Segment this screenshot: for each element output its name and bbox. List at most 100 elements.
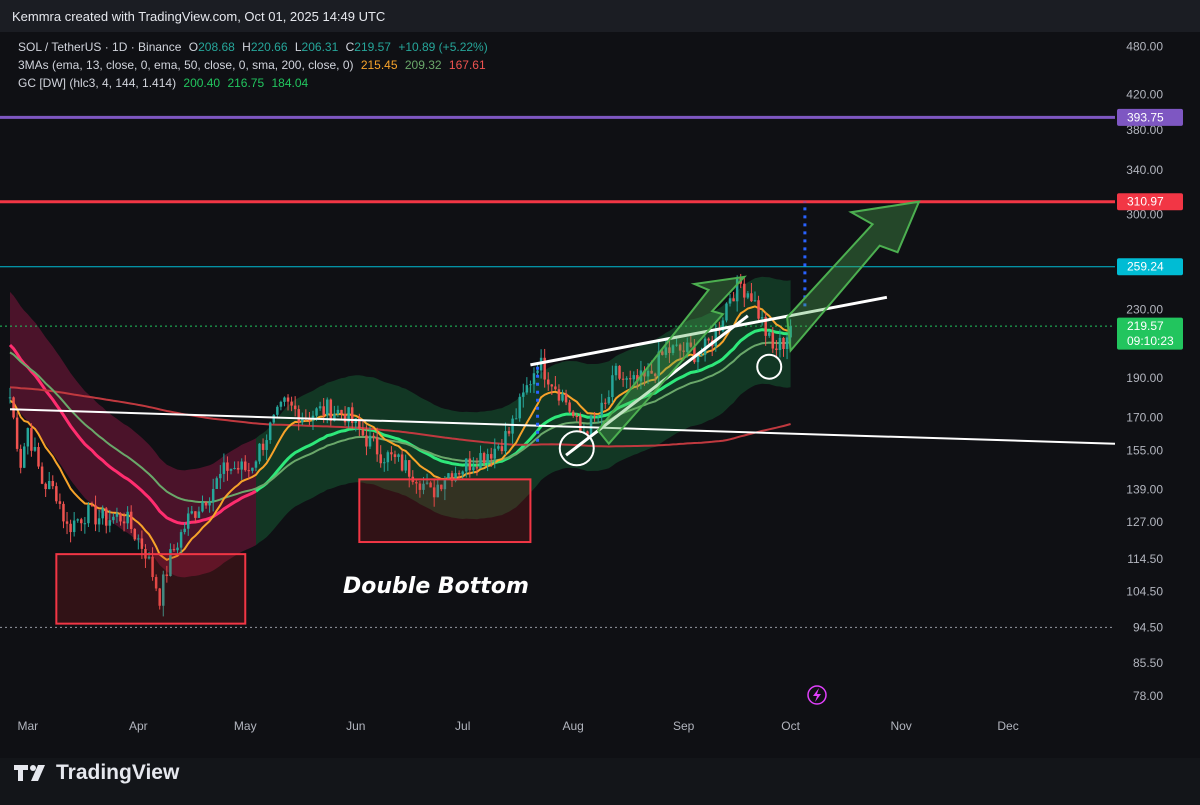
candle-body[interactable] bbox=[23, 446, 26, 468]
candle-body[interactable] bbox=[265, 440, 268, 450]
legend-gc-label[interactable]: GC [DW] (hlc3, 4, 144, 1.414) bbox=[18, 76, 176, 90]
candle-body[interactable] bbox=[407, 460, 411, 477]
double-bottom-box-second[interactable] bbox=[358, 478, 532, 544]
candle-body[interactable] bbox=[386, 452, 390, 463]
candle-body[interactable] bbox=[104, 508, 108, 526]
candle-body[interactable] bbox=[383, 462, 386, 464]
candle-body[interactable] bbox=[179, 532, 183, 548]
candle-body[interactable] bbox=[468, 458, 472, 471]
candle-body[interactable] bbox=[251, 467, 254, 471]
candle-body[interactable] bbox=[12, 397, 15, 418]
candle-body[interactable] bbox=[126, 511, 129, 524]
candle-body[interactable] bbox=[507, 431, 511, 434]
candle-body[interactable] bbox=[336, 409, 340, 414]
candle-body[interactable] bbox=[122, 521, 126, 524]
candle-body[interactable] bbox=[172, 549, 176, 551]
candle-body[interactable] bbox=[44, 483, 47, 490]
candle-body[interactable] bbox=[254, 461, 258, 468]
candle-body[interactable] bbox=[486, 454, 489, 463]
candle-body[interactable] bbox=[365, 435, 368, 447]
candle-body[interactable] bbox=[743, 283, 746, 298]
candle-body[interactable] bbox=[632, 375, 636, 380]
candle-body[interactable] bbox=[261, 443, 265, 450]
candle-body[interactable] bbox=[375, 437, 379, 455]
candle-body[interactable] bbox=[472, 467, 475, 471]
candle-body[interactable] bbox=[393, 454, 397, 457]
candle-body[interactable] bbox=[404, 460, 407, 471]
candle-body[interactable] bbox=[457, 473, 461, 475]
candle-body[interactable] bbox=[621, 378, 625, 380]
candle-body[interactable] bbox=[290, 401, 293, 406]
candle-body[interactable] bbox=[561, 393, 564, 401]
candle-body[interactable] bbox=[76, 519, 79, 521]
candle-body[interactable] bbox=[361, 428, 365, 436]
candle-body[interactable] bbox=[137, 538, 140, 540]
candle-body[interactable] bbox=[30, 428, 33, 451]
candle-body[interactable] bbox=[397, 454, 400, 457]
candle-body[interactable] bbox=[746, 293, 750, 298]
candle-body[interactable] bbox=[47, 480, 51, 490]
candle-body[interactable] bbox=[72, 520, 76, 533]
candle-body[interactable] bbox=[504, 431, 507, 452]
candle-body[interactable] bbox=[728, 298, 732, 304]
candle-body[interactable] bbox=[33, 447, 37, 451]
candle-body[interactable] bbox=[732, 298, 735, 302]
candle-body[interactable] bbox=[62, 503, 65, 522]
candle-body[interactable] bbox=[596, 415, 600, 417]
candle-body[interactable] bbox=[119, 513, 122, 522]
candle-body[interactable] bbox=[222, 462, 226, 474]
candle-body[interactable] bbox=[58, 501, 62, 504]
candle-body[interactable] bbox=[579, 416, 582, 432]
candle-body[interactable] bbox=[753, 300, 757, 302]
candle-body[interactable] bbox=[775, 348, 778, 351]
candle-body[interactable] bbox=[696, 356, 700, 363]
candle-body[interactable] bbox=[725, 303, 728, 321]
candle-body[interactable] bbox=[240, 461, 243, 470]
candle-body[interactable] bbox=[55, 486, 58, 502]
candle-body[interactable] bbox=[767, 332, 771, 336]
candle-body[interactable] bbox=[368, 435, 372, 447]
candle-body[interactable] bbox=[322, 406, 325, 416]
candle-body[interactable] bbox=[236, 467, 240, 470]
candle-body[interactable] bbox=[87, 505, 90, 524]
candle-body[interactable] bbox=[489, 454, 493, 459]
candle-body[interactable] bbox=[318, 406, 322, 409]
candle-body[interactable] bbox=[525, 385, 529, 393]
candle-body[interactable] bbox=[500, 446, 504, 452]
candle-body[interactable] bbox=[372, 435, 375, 438]
candle-body[interactable] bbox=[140, 538, 144, 549]
candle-body[interactable] bbox=[186, 513, 190, 529]
candle-body[interactable] bbox=[244, 461, 247, 471]
candle-body[interactable] bbox=[782, 337, 785, 349]
double-bottom-label[interactable]: Double Bottom bbox=[343, 574, 529, 599]
candle-body[interactable] bbox=[475, 467, 479, 469]
candle-body[interactable] bbox=[529, 384, 532, 386]
candle-body[interactable] bbox=[268, 422, 272, 441]
candle-body[interactable] bbox=[65, 521, 69, 524]
candle-body[interactable] bbox=[447, 473, 450, 480]
candle-body[interactable] bbox=[390, 452, 393, 455]
candle-body[interactable] bbox=[272, 414, 276, 423]
candle-body[interactable] bbox=[532, 373, 536, 385]
candle-body[interactable] bbox=[258, 443, 261, 462]
candle-body[interactable] bbox=[219, 473, 222, 479]
candle-body[interactable] bbox=[226, 462, 229, 471]
candle-body[interactable] bbox=[607, 397, 611, 404]
candle-body[interactable] bbox=[133, 528, 137, 540]
candle-body[interactable] bbox=[315, 408, 318, 416]
candle-body[interactable] bbox=[400, 454, 404, 471]
candle-body[interactable] bbox=[325, 399, 329, 416]
candle-body[interactable] bbox=[94, 505, 97, 525]
candle-body[interactable] bbox=[750, 293, 753, 302]
legend-mas-label[interactable]: 3MAs (ema, 13, close, 0, ema, 50, close,… bbox=[18, 58, 353, 72]
candle-body[interactable] bbox=[190, 511, 194, 514]
candle-body[interactable] bbox=[479, 453, 482, 469]
candle-body[interactable] bbox=[482, 453, 486, 463]
candle-body[interactable] bbox=[176, 547, 179, 551]
candle-body[interactable] bbox=[101, 508, 104, 519]
candle-body[interactable] bbox=[600, 402, 603, 416]
candle-body[interactable] bbox=[40, 466, 44, 484]
candle-body[interactable] bbox=[522, 392, 525, 397]
candle-body[interactable] bbox=[279, 401, 283, 407]
candle-body[interactable] bbox=[493, 448, 497, 459]
